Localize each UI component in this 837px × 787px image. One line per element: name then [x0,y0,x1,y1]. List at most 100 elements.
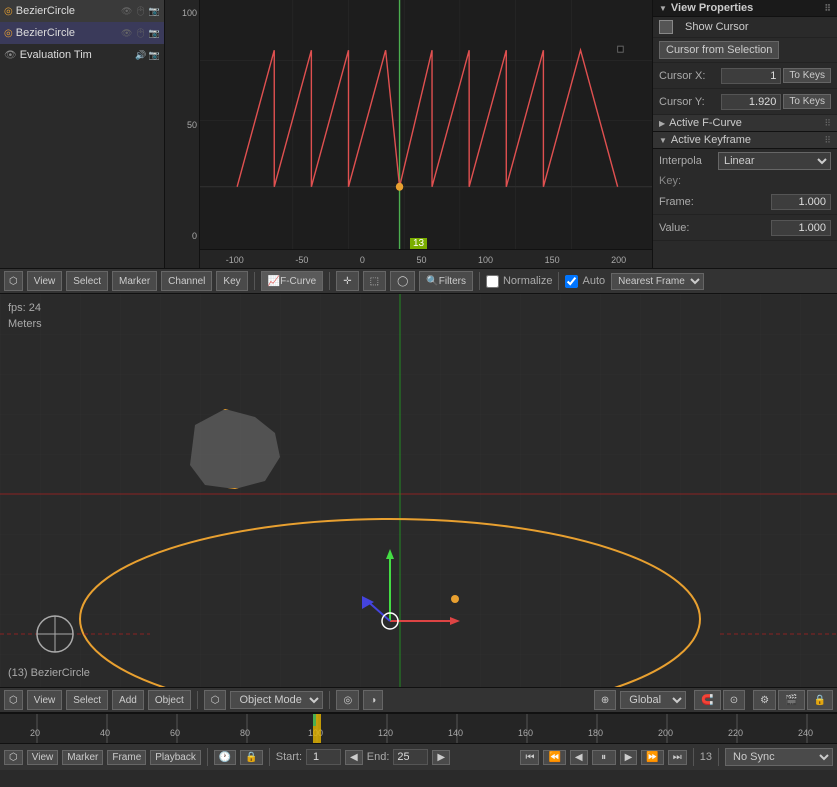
view-persp-btn[interactable]: ◎ [336,690,359,710]
sep3 [479,272,480,290]
view-menu-btn[interactable]: View [27,271,63,291]
sep10 [718,748,719,766]
timeline-track[interactable]: 20 40 60 80 100 120 140 160 180 200 220 … [0,714,837,744]
render-settings-btn[interactable]: ⚙ [753,690,776,710]
end-label: End: [367,751,390,763]
object-btn[interactable]: Object [148,690,191,710]
next-frame-btn[interactable]: ⏩ [641,750,663,765]
outliner-icons-0: 👁 🖱 📷 [121,6,160,17]
prev-frame-btn[interactable]: ⏪ [543,750,565,765]
outliner-icons-1: 👁 🖱 📷 [121,28,160,39]
outliner-item-2[interactable]: 👁 Evaluation Tim 🔊 📷 [0,44,164,66]
timeline-marker-btn[interactable]: Marker [62,750,103,765]
play-reverse-btn[interactable]: ◀ [570,750,588,765]
cursor-x-tokeys-btn[interactable]: To Keys [783,68,831,83]
key-section-label: Key: [653,173,837,189]
viewport-3d[interactable]: X Z Y fps: 24 Meters (13) BezierCircle [0,294,837,687]
next-end-btn[interactable]: ▶ [432,750,450,765]
prev-start-btn[interactable]: ◀ [345,750,363,765]
snap-toggle[interactable]: 🧲 [694,690,720,710]
snap-mode-select[interactable]: Nearest Frame Frame Second Marker [611,273,704,290]
end-frame-input[interactable] [393,749,428,765]
timeline-view-btn[interactable]: View [27,750,59,765]
svg-text:200: 200 [658,728,673,738]
svg-text:40: 40 [100,728,110,738]
value-value[interactable]: 1.000 [771,220,831,236]
outliner-item-1[interactable]: ◎ BezierCircle 👁 🖱 📷 [0,22,164,44]
proportional-btn[interactable]: ⊙ [723,690,745,710]
sep1 [254,272,255,290]
cursor-x-label: Cursor X: [659,70,721,82]
cursor-from-selection-btn[interactable]: Cursor from Selection [659,41,779,59]
normalize-checkbox[interactable] [486,275,499,288]
clock-icon-btn[interactable]: 🕐 [214,750,236,765]
transform-space-select[interactable]: Global Local Normal [620,691,686,709]
render-btn[interactable]: 🎬 [778,690,804,710]
fcurve-main[interactable]: 13 [200,0,652,249]
properties-panel: ▼ View Properties ⠿ Show Cursor Cursor f… [652,0,837,270]
timeline-svg: 20 40 60 80 100 120 140 160 180 200 220 … [0,714,837,743]
sep6 [329,691,330,709]
editor-type-btn[interactable]: ⬡ [4,271,23,291]
select-box-btn[interactable]: ⬚ [363,271,386,291]
start-frame-input[interactable] [306,749,341,765]
timeline-editor-type[interactable]: ⬡ [4,750,23,765]
skip-start-btn[interactable]: ⏮ [520,750,539,765]
y-label-0: 0 [167,231,197,241]
svg-text:240: 240 [798,728,813,738]
fcurve-grip: ⠿ [824,118,831,129]
viewport-type-btn[interactable]: ⬡ [4,690,23,710]
select-btn[interactable]: Select [66,690,108,710]
normalize-label: Normalize [503,275,553,287]
cursor-y-tokeys-btn[interactable]: To Keys [783,94,831,109]
viewport-units: Meters [8,318,42,330]
object-mode-select[interactable]: Object Mode Edit Mode Sculpt Mode [230,691,323,709]
interpolation-label: Interpola [659,155,714,167]
interpolation-select[interactable]: Linear Constant Bezier [718,152,831,170]
fcurve-mode-btn[interactable]: 📈 F-Curve [261,271,324,291]
eye-icon-2: 👁 [4,50,17,61]
properties-grip: ⠿ [824,3,831,14]
pivot-btn[interactable]: ⊕ [594,690,616,710]
outliner-item-0[interactable]: ◎ BezierCircle 👁 🖱 📷 [0,0,164,22]
pause-btn[interactable]: ⏸ [592,750,616,765]
play-btn[interactable]: ▶ [620,750,638,765]
viewport-shading-btn[interactable]: ◑ [363,690,383,710]
x-label-100: 100 [478,255,493,265]
channel-menu-btn[interactable]: Channel [161,271,212,291]
cursor-x-value[interactable]: 1 [721,68,781,84]
fcurve-toolbar: ⬡ View Select Marker Channel Key 📈 F-Cur… [0,268,837,294]
cursor-btn[interactable]: ✛ [336,271,358,291]
cursor-y-row: Cursor Y: 1.920 To Keys [653,89,837,115]
fcurve-x-axis: -100 -50 0 50 100 150 200 [200,249,652,269]
lock-timeline-btn[interactable]: 🔒 [240,750,262,765]
y-label-50: 50 [167,120,197,130]
cursor-y-value[interactable]: 1.920 [721,94,781,110]
render-icon-btn[interactable]: ⬡ [204,690,227,710]
active-fcurve-section: ▶ Active F-Curve ⠿ [653,115,837,132]
filter-btn[interactable]: 🔍 Filters [419,271,473,291]
sep2 [329,272,330,290]
viewport-grid-svg [0,294,837,687]
sync-mode-select[interactable]: No Sync Frame Dropping Av-sync [725,748,833,766]
timeline-frame-btn[interactable]: Frame [107,750,146,765]
outliner-label-0: BezierCircle [16,5,75,17]
select-circle-btn[interactable]: ◯ [390,271,415,291]
value-row: Value: 1.000 [653,215,837,241]
timeline-playback-btn[interactable]: Playback [150,750,201,765]
auto-checkbox[interactable] [565,275,578,288]
lock-btn[interactable]: 🔒 [807,690,833,710]
key-menu-btn[interactable]: Key [216,271,247,291]
view-btn[interactable]: View [27,690,63,710]
fcurve-collapse-triangle: ▶ [659,119,665,128]
svg-text:160: 160 [518,728,533,738]
select-menu-btn[interactable]: Select [66,271,108,291]
add-btn[interactable]: Add [112,690,144,710]
marker-menu-btn[interactable]: Marker [112,271,157,291]
svg-text:220: 220 [728,728,743,738]
skip-end-btn[interactable]: ⏭ [668,750,687,765]
show-cursor-checkbox[interactable] [659,20,673,34]
properties-title-label: View Properties [671,2,753,14]
frame-value[interactable]: 1.000 [771,194,831,210]
frame-row: Frame: 1.000 [653,189,837,215]
